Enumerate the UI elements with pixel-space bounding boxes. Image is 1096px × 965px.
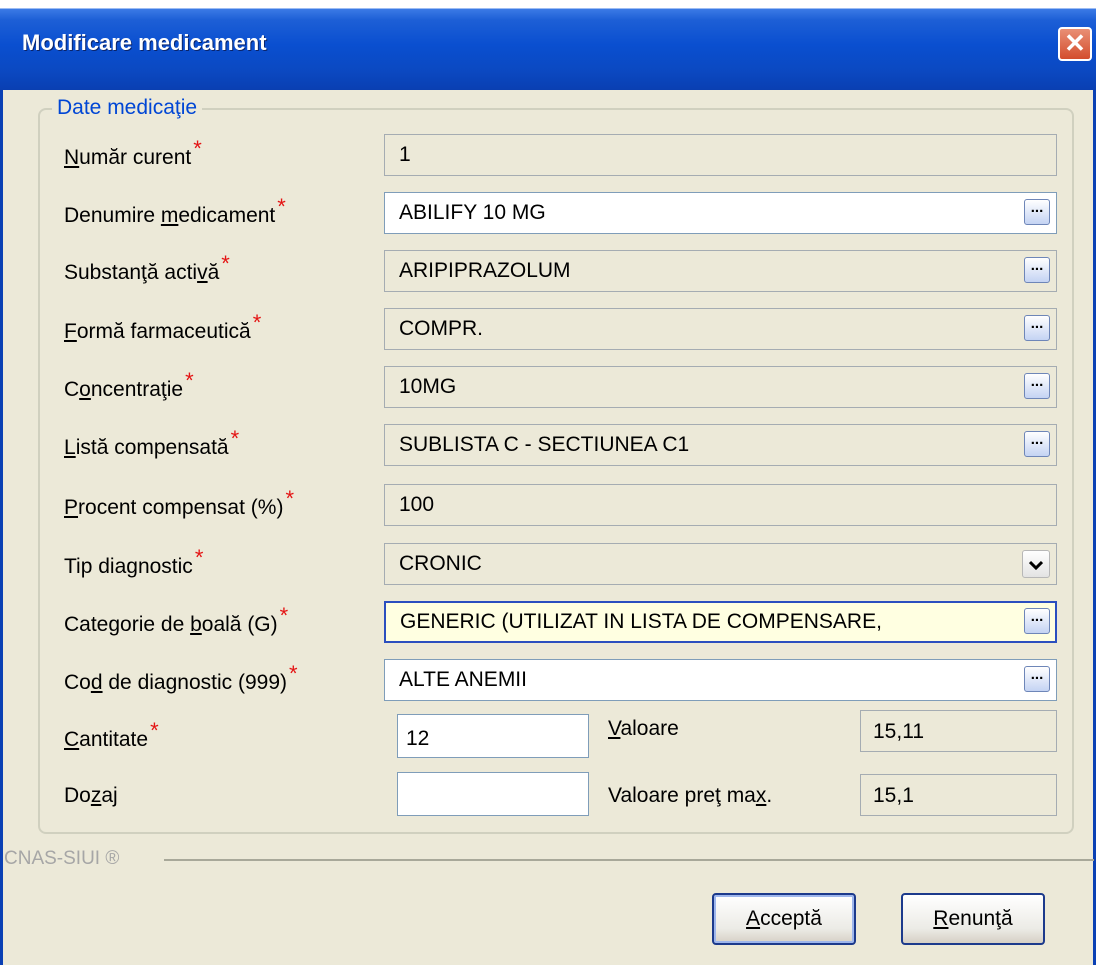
required-marker: * <box>285 486 294 511</box>
cod-diagnostic-input[interactable]: ALTE ANEMII... <box>384 659 1057 701</box>
accept-button[interactable]: Acceptă <box>712 893 856 945</box>
concentratie-browse-button[interactable]: ... <box>1024 373 1050 399</box>
categorie-browse-button[interactable]: ... <box>1024 608 1050 634</box>
label-categorie-boala: Categorie de boală (G)* <box>64 603 289 636</box>
required-marker: * <box>230 426 240 451</box>
required-marker: * <box>252 310 262 335</box>
label-procent-compensat: Procent compensat (%)* <box>64 486 294 519</box>
required-marker: * <box>185 368 194 393</box>
label-numar-curent: Număr curent* <box>64 136 202 169</box>
required-marker: * <box>289 661 298 686</box>
label-forma-farmaceutica: Formă farmaceutică* <box>64 310 262 343</box>
close-icon: ✕ <box>1064 28 1086 58</box>
cod-diagnostic-browse-button[interactable]: ... <box>1024 666 1050 692</box>
substanta-browse-button[interactable]: ... <box>1024 257 1050 283</box>
label-valoare-pret-max: Valoare preţ max. <box>608 784 773 807</box>
required-marker: * <box>194 545 204 570</box>
cantitate-input[interactable]: 12 <box>397 714 589 758</box>
label-denumire-medicament: Denumire medicament* <box>64 194 286 227</box>
tip-diagnostic-select[interactable]: CRONIC <box>384 543 1057 585</box>
concentratie-field: 10MG... <box>384 366 1057 408</box>
window-frame-left <box>0 90 3 965</box>
valoare-pret-max-field: 15,1 <box>860 774 1057 816</box>
forma-browse-button[interactable]: ... <box>1024 315 1050 341</box>
label-lista-compensata: Listă compensată* <box>64 426 240 459</box>
required-marker: * <box>221 251 230 276</box>
substanta-activa-field: ARIPIPRAZOLUM... <box>384 250 1057 292</box>
footer-brand: CNAS-SIUI ® <box>4 848 120 870</box>
cancel-button[interactable]: Renunţă <box>901 893 1045 945</box>
required-marker: * <box>277 194 286 219</box>
denumire-medicament-input[interactable]: ABILIFY 10 MG... <box>384 192 1057 234</box>
footer-divider <box>164 859 1094 861</box>
required-marker: * <box>279 603 289 628</box>
chevron-down-icon[interactable] <box>1022 550 1050 578</box>
label-substanta-activa: Substanţă activă* <box>64 251 230 284</box>
procent-compensat-field: 100 <box>384 484 1057 526</box>
label-tip-diagnostic: Tip diagnostic* <box>64 545 204 578</box>
label-concentratie: Concentraţie* <box>64 368 194 401</box>
window-title: Modificare medicament <box>22 30 267 55</box>
numar-curent-field: 1 <box>384 134 1057 176</box>
categorie-boala-input[interactable]: GENERIC (UTILIZAT IN LISTA DE COMPENSARE… <box>384 601 1057 643</box>
denumire-browse-button[interactable]: ... <box>1024 199 1050 225</box>
label-cantitate: Cantitate* <box>64 718 159 751</box>
required-marker: * <box>193 136 202 161</box>
close-button[interactable]: ✕ <box>1058 27 1092 61</box>
label-dozaj: Dozaj <box>64 784 118 807</box>
dozaj-input[interactable] <box>397 772 589 816</box>
valoare-field: 15,11 <box>860 710 1057 752</box>
lista-browse-button[interactable]: ... <box>1024 431 1050 457</box>
label-cod-diagnostic: Cod de diagnostic (999)* <box>64 661 298 694</box>
label-valoare: Valoare <box>608 717 679 740</box>
group-legend: Date medicaţie <box>52 96 203 120</box>
forma-farmaceutica-field: COMPR.... <box>384 308 1057 350</box>
required-marker: * <box>150 718 159 743</box>
lista-compensata-field: SUBLISTA C - SECTIUNEA C1... <box>384 424 1057 466</box>
